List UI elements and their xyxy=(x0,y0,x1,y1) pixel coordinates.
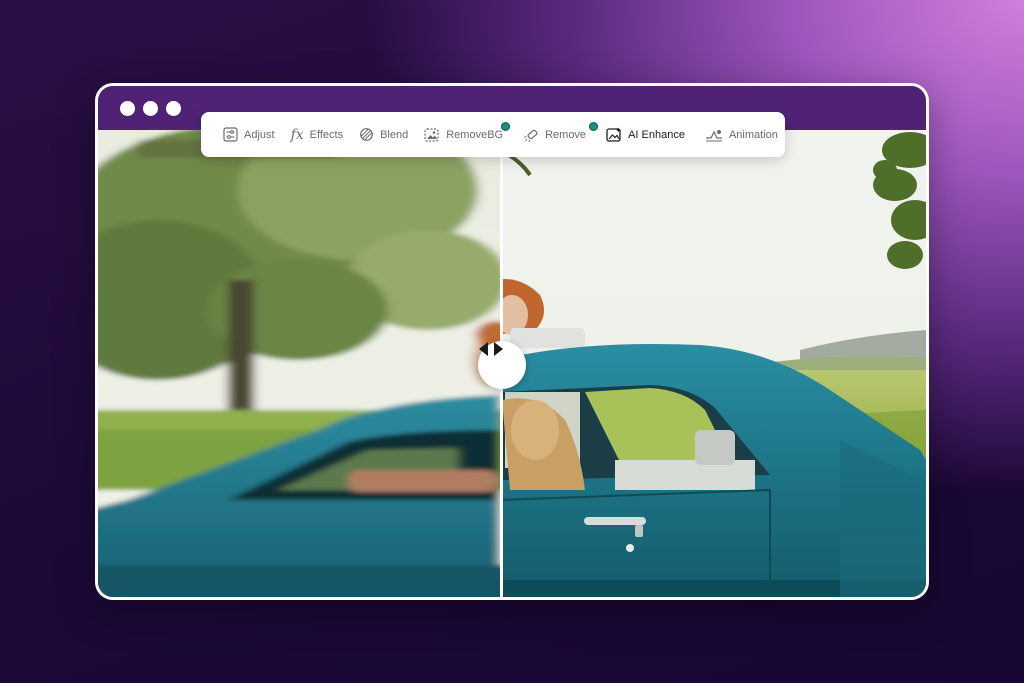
new-badge-dot xyxy=(501,121,511,131)
tool-effects[interactable]: fx Effects xyxy=(283,119,352,151)
tool-label: Adjust xyxy=(244,128,275,141)
eraser-wand-icon xyxy=(524,129,538,142)
left-right-arrows-icon xyxy=(479,342,503,356)
fx-icon: fx xyxy=(290,126,304,143)
tool-animation[interactable]: Animation xyxy=(697,119,786,151)
enhanced-image xyxy=(500,130,926,597)
compare-slider-handle[interactable] xyxy=(478,341,526,389)
editor-window xyxy=(95,83,929,600)
tool-adjust[interactable]: Adjust xyxy=(215,119,283,151)
window-dot-3[interactable] xyxy=(166,101,181,116)
tool-label: Effects xyxy=(309,128,344,141)
sliders-icon xyxy=(223,127,238,142)
blend-icon xyxy=(360,128,373,141)
tool-blend[interactable]: Blend xyxy=(351,119,416,151)
window-dot-2[interactable] xyxy=(143,101,158,116)
animation-icon xyxy=(705,129,722,141)
tool-label: Remove xyxy=(545,128,587,141)
ai-enhance-image-icon xyxy=(606,127,622,142)
window-dot-1[interactable] xyxy=(120,101,135,116)
editor-toolbar: Adjust fx Effects Blend RemoveBG Remove xyxy=(201,112,785,157)
image-compare-canvas[interactable] xyxy=(98,130,926,597)
tool-label: Blend xyxy=(380,128,409,141)
tool-removebg[interactable]: RemoveBG xyxy=(416,119,511,151)
tool-label: RemoveBG xyxy=(446,128,504,141)
tool-label: AI Enhance xyxy=(628,128,685,141)
remove-bg-icon xyxy=(424,128,439,142)
tool-ai-enhance[interactable]: AI Enhance xyxy=(598,119,693,151)
tool-label: Animation xyxy=(728,128,778,141)
tool-remove[interactable]: Remove xyxy=(515,119,599,151)
new-badge-dot xyxy=(589,121,599,131)
original-image-blurred xyxy=(98,130,500,597)
